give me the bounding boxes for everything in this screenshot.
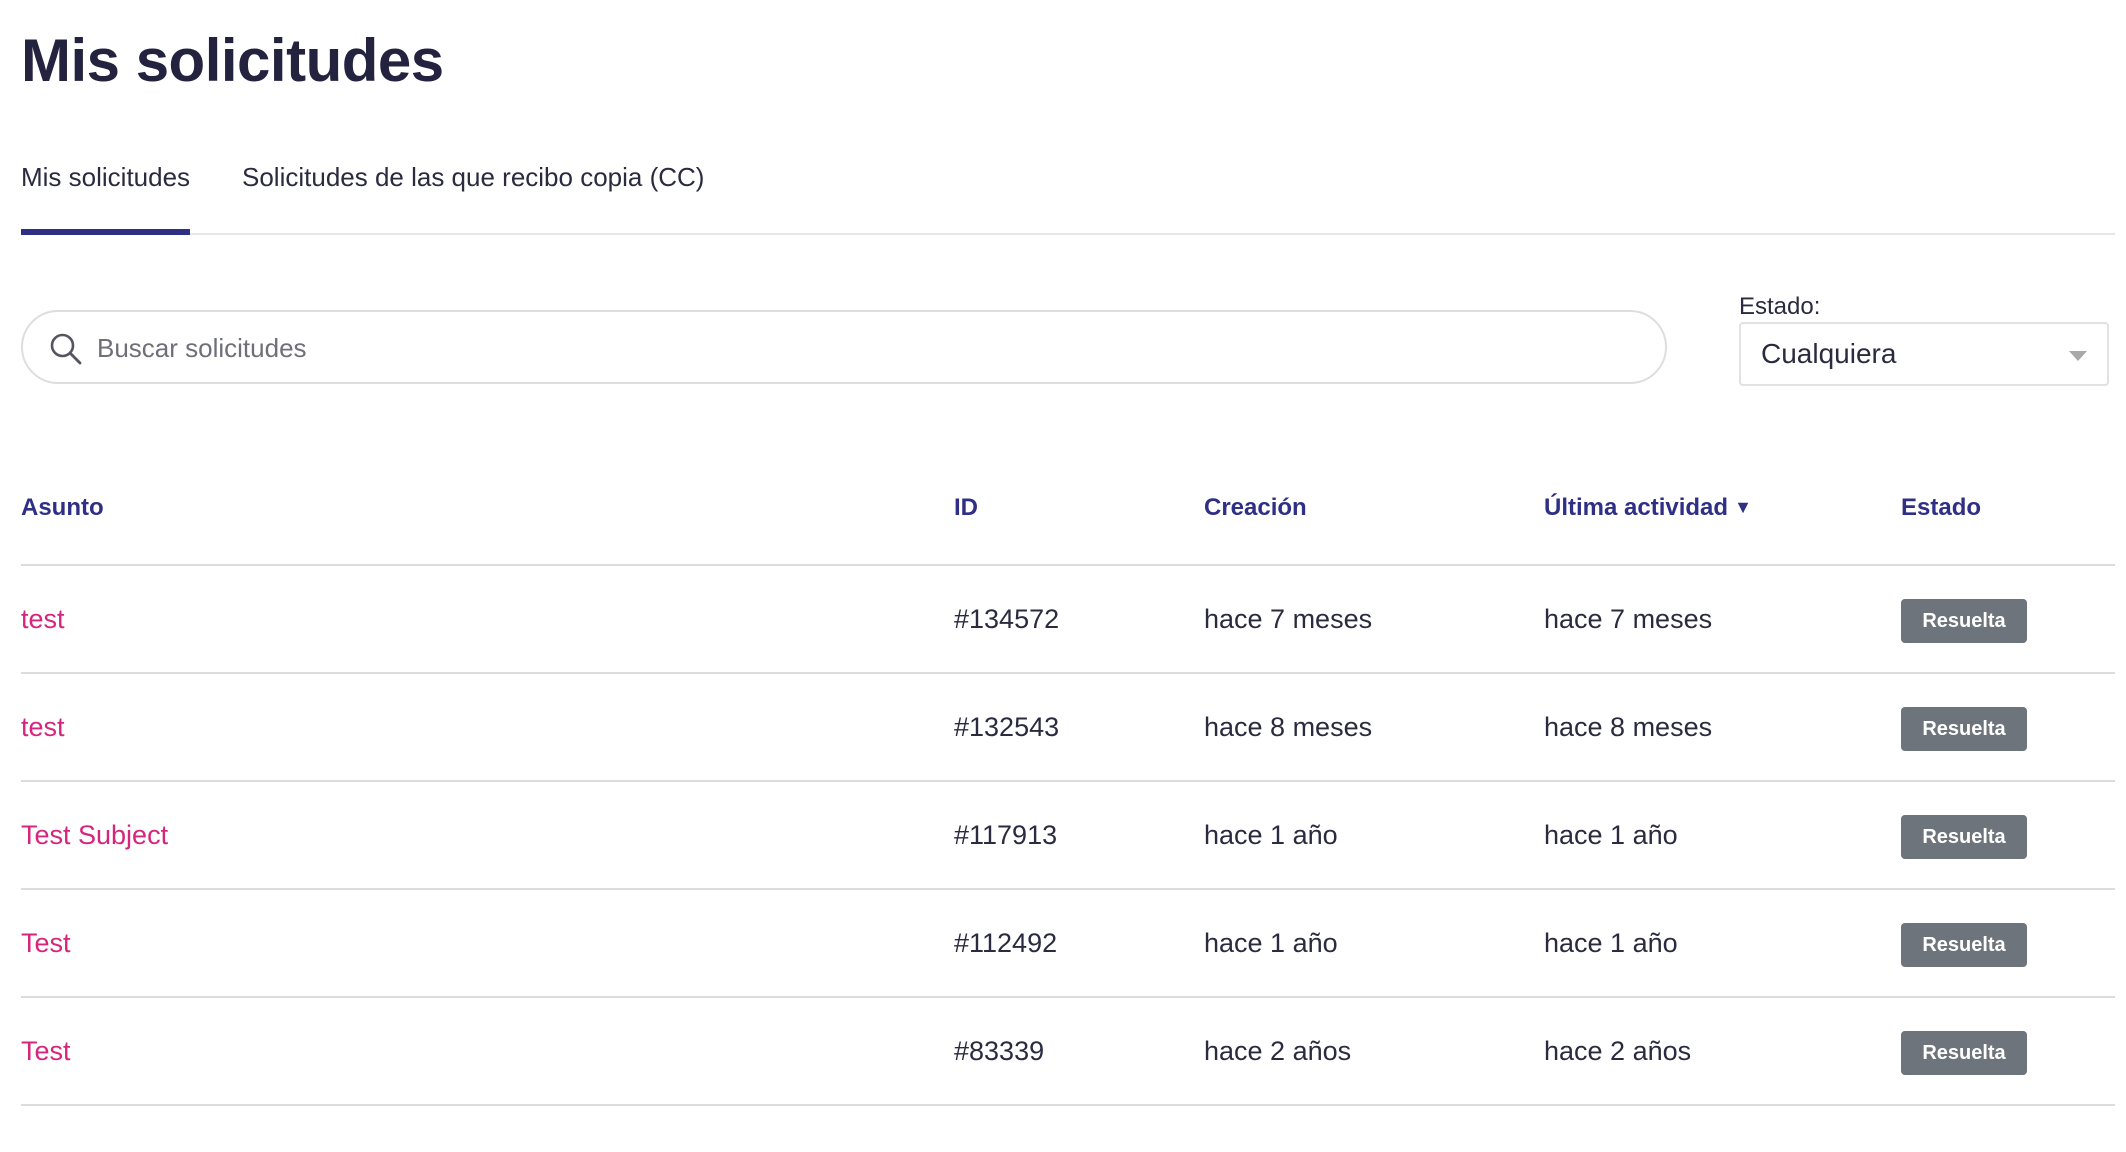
request-last-activity: hace 1 año — [1544, 928, 1678, 958]
table-row: Test #112492 hace 1 año hace 1 año Resue… — [21, 890, 2115, 998]
request-id: #83339 — [954, 1036, 1045, 1066]
tab-cc-requests[interactable]: Solicitudes de las que recibo copia (CC) — [242, 160, 704, 231]
status-filter-value: Cualquiera — [1761, 338, 1897, 369]
status-filter-select[interactable]: Cualquiera — [1739, 322, 2109, 386]
request-id: #134572 — [954, 604, 1060, 634]
status-badge: Resuelta — [1901, 707, 2027, 751]
status-badge: Resuelta — [1901, 1031, 2027, 1075]
search-icon — [50, 333, 82, 365]
request-subject-link[interactable]: test — [21, 712, 65, 743]
column-header-last-activity-label: Última actividad — [1544, 494, 1729, 521]
request-subject-link[interactable]: Test — [21, 928, 71, 959]
request-id: #112492 — [954, 928, 1058, 958]
requests-table: Asunto ID Creación Última actividad ▼ Est… — [21, 470, 2115, 1106]
table-row: test #132543 hace 8 meses hace 8 meses R… — [21, 674, 2115, 782]
column-header-id[interactable]: ID — [954, 494, 978, 522]
request-created: hace 2 años — [1204, 1036, 1352, 1066]
request-id: #132543 — [954, 712, 1060, 742]
request-subject-link[interactable]: Test — [21, 1036, 71, 1067]
column-header-last-activity[interactable]: Última actividad ▼ — [1544, 494, 1752, 522]
request-id: #117913 — [954, 820, 1058, 850]
search-box[interactable] — [21, 310, 1667, 384]
table-row: Test #83339 hace 2 años hace 2 años Resu… — [21, 998, 2115, 1106]
column-header-created[interactable]: Creación — [1204, 494, 1307, 522]
page-title: Mis solicitudes — [21, 27, 444, 94]
request-subject-link[interactable]: Test Subject — [21, 820, 168, 851]
request-created: hace 7 meses — [1204, 604, 1373, 634]
request-created: hace 8 meses — [1204, 712, 1373, 742]
table-row: Test Subject #117913 hace 1 año hace 1 a… — [21, 782, 2115, 890]
table-header: Asunto ID Creación Última actividad ▼ Est… — [21, 470, 2115, 566]
request-created: hace 1 año — [1204, 820, 1338, 850]
chevron-down-icon — [2069, 351, 2087, 361]
column-header-subject[interactable]: Asunto — [21, 494, 104, 522]
sort-descending-icon: ▼ — [1734, 497, 1752, 517]
status-badge: Resuelta — [1901, 923, 2027, 967]
request-last-activity: hace 7 meses — [1544, 604, 1713, 634]
tabs-bar: Mis solicitudes Solicitudes de las que r… — [21, 160, 2115, 235]
request-last-activity: hace 1 año — [1544, 820, 1678, 850]
request-last-activity: hace 8 meses — [1544, 712, 1713, 742]
request-subject-link[interactable]: test — [21, 604, 65, 635]
status-badge: Resuelta — [1901, 815, 2027, 859]
tab-my-requests[interactable]: Mis solicitudes — [21, 160, 191, 235]
request-created: hace 1 año — [1204, 928, 1338, 958]
request-last-activity: hace 2 años — [1544, 1036, 1692, 1066]
search-input[interactable] — [95, 320, 1639, 376]
status-filter-label: Estado: — [1739, 293, 1821, 320]
status-badge: Resuelta — [1901, 599, 2027, 643]
column-header-status[interactable]: Estado — [1901, 494, 1981, 522]
table-row: test #134572 hace 7 meses hace 7 meses R… — [21, 566, 2115, 674]
